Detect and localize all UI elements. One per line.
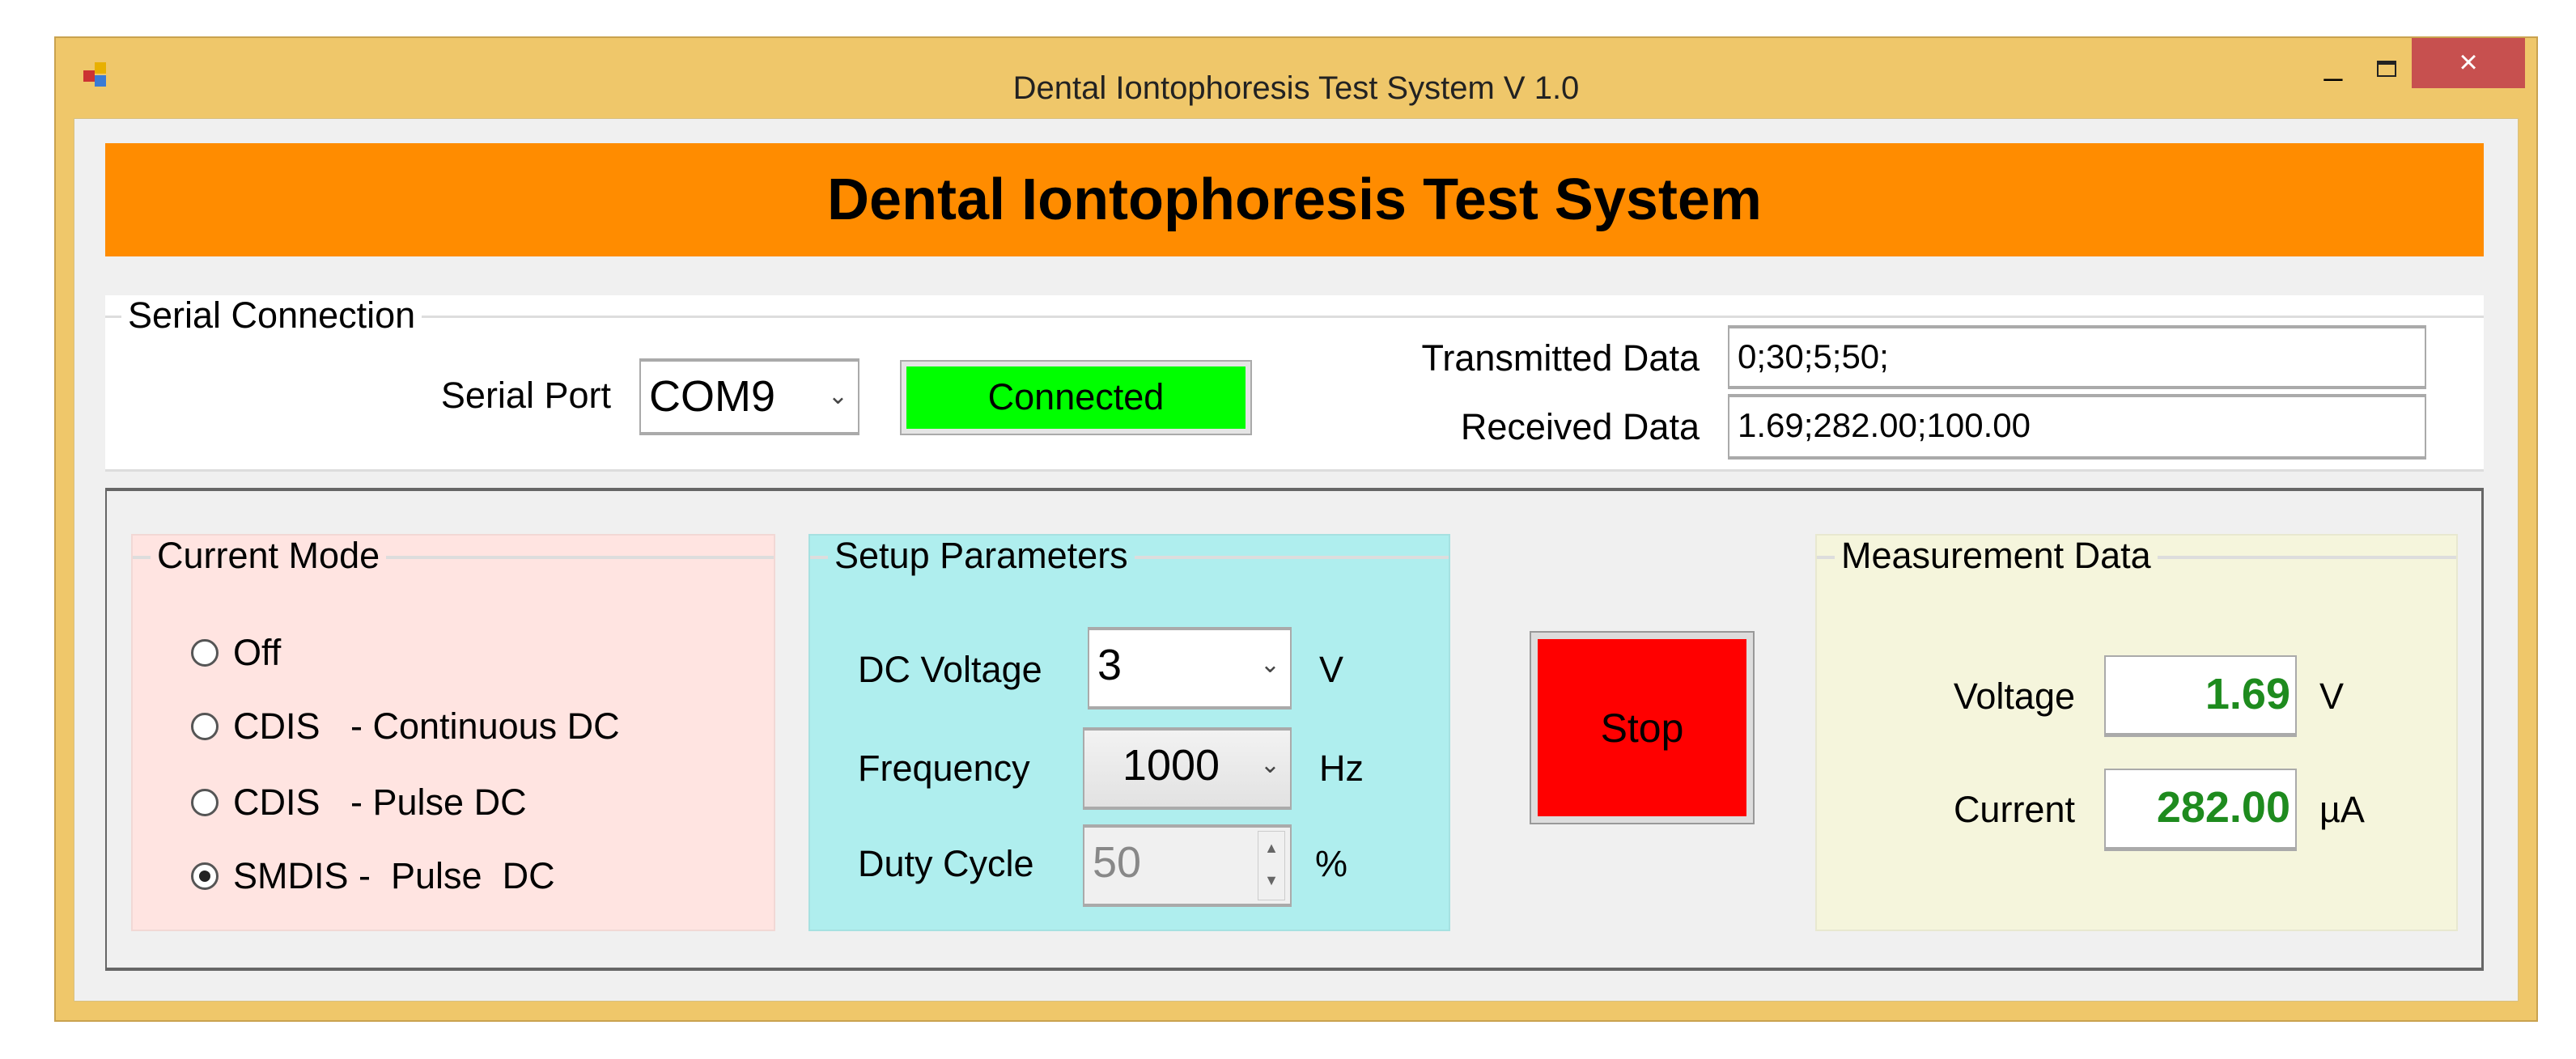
- minimize-button[interactable]: _: [2309, 46, 2357, 95]
- chevron-down-icon: ⌄: [1259, 651, 1280, 678]
- frequency-dropdown[interactable]: 1000 ⌄: [1083, 727, 1292, 810]
- current-value: 282.00: [2104, 769, 2297, 851]
- close-button[interactable]: ×: [2412, 38, 2525, 88]
- connection-status-label: Connected: [906, 366, 1246, 429]
- radio-smdis-pulse[interactable]: SMDIS - Pulse DC: [191, 855, 555, 897]
- group-title: Serial Connection: [121, 295, 422, 336]
- minimize-icon: _: [2323, 46, 2343, 82]
- serial-port-label: Serial Port: [440, 375, 611, 416]
- received-data-label: Received Data: [1460, 406, 1700, 447]
- current-mode-group: Current Mode Off CDIS - Continuous DC CD…: [131, 534, 775, 931]
- radio-label: CDIS - Pulse DC: [233, 782, 527, 823]
- current-unit: µA: [2319, 789, 2365, 830]
- duty-cycle-value: 50: [1093, 838, 1142, 887]
- radio-label: SMDIS - Pulse DC: [233, 855, 555, 896]
- stepper-up-icon[interactable]: ▲: [1258, 832, 1284, 864]
- dc-voltage-value: 3: [1097, 641, 1122, 689]
- maximize-icon: [2377, 61, 2396, 77]
- maximize-button[interactable]: [2362, 46, 2411, 95]
- group-title: Setup Parameters: [828, 536, 1135, 576]
- voltage-value: 1.69: [2104, 655, 2297, 737]
- frequency-value: 1000: [1122, 741, 1220, 790]
- transmitted-data-label: Transmitted Data: [1421, 337, 1700, 379]
- stop-button[interactable]: Stop: [1530, 631, 1755, 824]
- duty-cycle-label: Duty Cycle: [858, 843, 1034, 884]
- chevron-down-icon: ⌄: [827, 383, 848, 409]
- connection-status-button[interactable]: Connected: [900, 360, 1252, 435]
- close-icon: ×: [2459, 44, 2478, 80]
- window-title: Dental Iontophoresis Test System V 1.0: [1012, 70, 1580, 106]
- stepper-down-icon[interactable]: ▼: [1258, 864, 1284, 896]
- dc-voltage-unit: V: [1319, 649, 1344, 690]
- duty-cycle-stepper[interactable]: 50 ▲ ▼: [1083, 824, 1292, 907]
- dc-voltage-label: DC Voltage: [858, 649, 1042, 690]
- group-title: Measurement Data: [1835, 536, 2158, 576]
- radio-icon: [191, 789, 219, 816]
- duty-cycle-unit: %: [1315, 843, 1348, 884]
- radio-off[interactable]: Off: [191, 632, 281, 674]
- header-banner: Dental Iontophoresis Test System: [105, 143, 2484, 256]
- serial-port-value: COM9: [649, 372, 776, 421]
- group-title: Current Mode: [151, 536, 387, 576]
- dc-voltage-dropdown[interactable]: 3 ⌄: [1088, 627, 1292, 710]
- frequency-label: Frequency: [858, 748, 1030, 789]
- received-data-field[interactable]: 1.69;282.00;100.00: [1728, 394, 2426, 460]
- voltage-unit: V: [2319, 676, 2345, 717]
- frequency-unit: Hz: [1319, 748, 1364, 789]
- radio-cdis-continuous[interactable]: CDIS - Continuous DC: [191, 705, 620, 748]
- radio-selected-icon: [191, 862, 219, 890]
- radio-icon: [191, 713, 219, 740]
- radio-cdis-pulse[interactable]: CDIS - Pulse DC: [191, 782, 527, 824]
- chevron-down-icon: ⌄: [1259, 752, 1280, 778]
- voltage-label: Voltage: [1953, 676, 2075, 717]
- radio-label: Off: [233, 632, 282, 673]
- radio-label: CDIS - Continuous DC: [233, 705, 620, 747]
- current-label: Current: [1953, 789, 2075, 830]
- serial-port-dropdown[interactable]: COM9 ⌄: [639, 358, 859, 435]
- radio-icon: [191, 639, 219, 667]
- stop-label: Stop: [1538, 639, 1746, 816]
- transmitted-data-field[interactable]: 0;30;5;50;: [1728, 325, 2426, 389]
